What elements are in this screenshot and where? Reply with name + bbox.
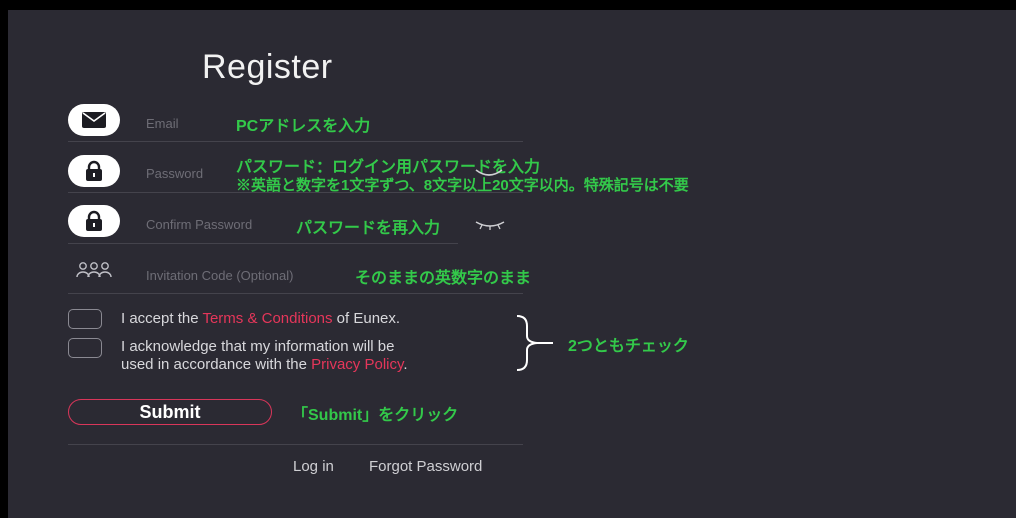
submit-button[interactable]: Submit <box>68 399 272 425</box>
terms-text: I accept the Terms & Conditions of Eunex… <box>121 310 400 328</box>
terms-link[interactable]: Terms & Conditions <box>202 310 332 327</box>
privacy-link[interactable]: Privacy Policy <box>311 356 403 373</box>
privacy-text-line1: I acknowledge that my information will b… <box>121 338 395 355</box>
check-annotation: 2つともチェック <box>568 338 689 355</box>
privacy-text-line2: used in accordance with the Privacy Poli… <box>121 356 408 374</box>
terms-suffix: of Eunex. <box>332 310 401 327</box>
email-icon-badge <box>68 104 120 136</box>
eye-closed-icon[interactable] <box>474 168 504 180</box>
privacy-suffix: . <box>403 356 408 373</box>
privacy-prefix: used in accordance with the <box>121 356 312 373</box>
page-title: Register <box>202 48 333 86</box>
invitation-code-input[interactable]: Invitation Code (Optional) <box>146 268 293 283</box>
password-input[interactable]: Password <box>146 166 203 181</box>
footer-divider <box>68 444 523 445</box>
privacy-checkbox[interactable] <box>68 338 102 358</box>
submit-annotation: 「Submit」をクリック <box>292 407 459 424</box>
invite-annotation: そのままの英数字のまま <box>355 270 532 287</box>
forgot-password-link[interactable]: Forgot Password <box>369 458 482 475</box>
confirm-icon-badge <box>68 205 120 237</box>
invite-divider <box>68 293 523 294</box>
eye-closed-icon[interactable] <box>474 219 506 231</box>
brace-annotation <box>516 315 553 371</box>
confirm-password-input[interactable]: Confirm Password <box>146 217 252 232</box>
lock-icon <box>86 210 102 231</box>
email-divider <box>68 141 523 142</box>
lock-icon <box>86 160 102 181</box>
confirm-annotation: パスワードを再入力 <box>296 220 441 237</box>
envelope-icon <box>82 112 106 128</box>
password-icon-badge <box>68 155 120 187</box>
email-input[interactable]: Email <box>146 116 179 131</box>
users-icon <box>76 262 112 278</box>
terms-prefix: I accept the <box>121 310 203 327</box>
confirm-divider <box>68 243 458 244</box>
password-divider <box>68 192 523 193</box>
email-annotation: PCアドレスを入力 <box>236 118 371 135</box>
login-link[interactable]: Log in <box>293 458 334 475</box>
terms-checkbox[interactable] <box>68 309 102 329</box>
